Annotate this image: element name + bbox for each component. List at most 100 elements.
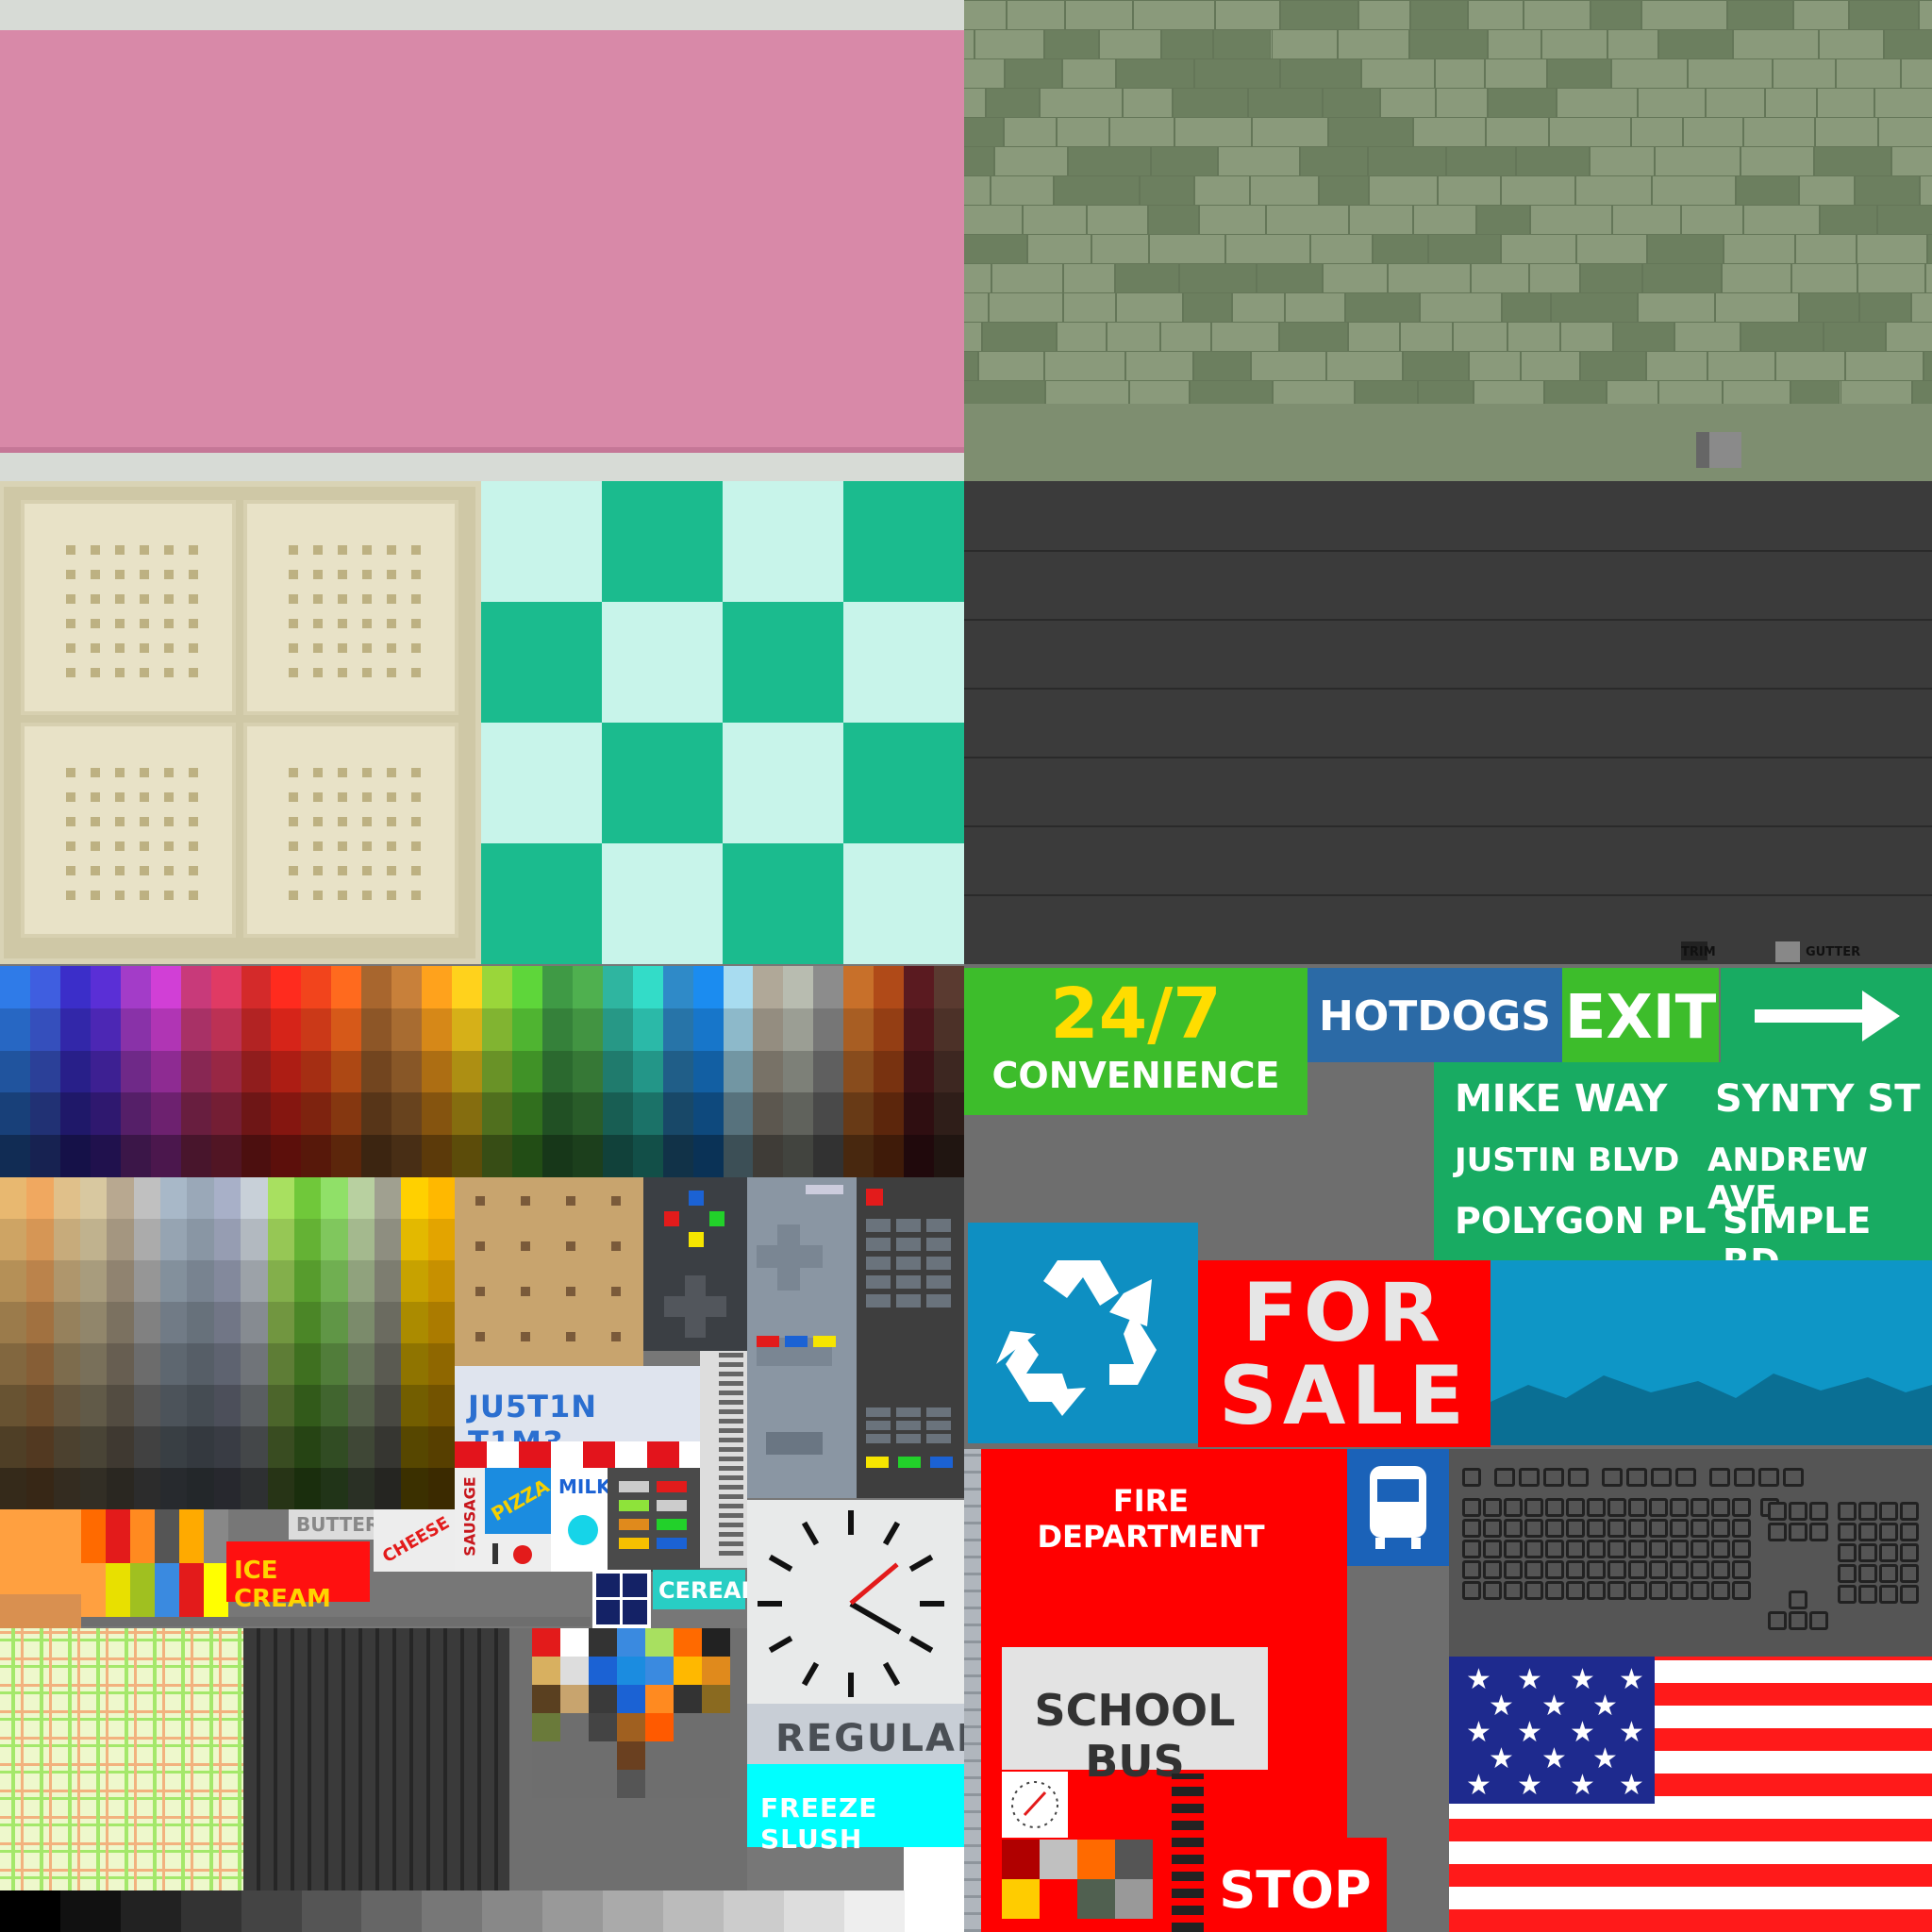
ramp-swatch: [107, 1468, 135, 1509]
ramp-swatch: [321, 1385, 349, 1426]
ramp-swatch: [241, 1219, 269, 1260]
roof-shingle: [1610, 58, 1689, 89]
street-3: JUSTIN BLVD: [1455, 1141, 1680, 1179]
palette-swatch: [331, 966, 363, 1008]
ramp-swatch: [427, 1177, 456, 1219]
remote-red-button: [757, 1336, 779, 1347]
keyboard-key: [1602, 1468, 1623, 1487]
palette-swatch: [59, 1050, 92, 1093]
clock-tick: [768, 1635, 793, 1654]
ramp-swatch: [26, 1177, 55, 1219]
flag-star: ★: [1592, 1690, 1618, 1723]
roof-shingle: [1160, 29, 1213, 59]
freeze-slush-text: FREEZE SLUSH: [760, 1792, 878, 1855]
ramp-swatch: [293, 1426, 323, 1468]
palette-swatch: [210, 1092, 242, 1136]
palette-swatch: [511, 1135, 543, 1178]
ramp-swatch: [0, 1302, 28, 1343]
ramp-swatch: [267, 1468, 295, 1509]
palette-swatch: [241, 1050, 273, 1093]
gray-swatch: [301, 1890, 362, 1932]
pizza-bottom: [485, 1534, 551, 1572]
mixed-swatch: [560, 1657, 589, 1685]
palette-swatch: [723, 966, 755, 1008]
mixed-swatch: [532, 1628, 560, 1657]
mixed-swatch: [674, 1741, 702, 1770]
roof-shingle: [1557, 88, 1639, 118]
gray-swatch: [904, 1890, 965, 1932]
palette-swatch: [874, 966, 906, 1008]
palette-swatch: [271, 1135, 303, 1178]
keyboard-key: [1838, 1523, 1857, 1541]
clock-tick: [882, 1661, 901, 1687]
ramp-swatch: [401, 1343, 429, 1385]
controller-button-green: [709, 1211, 724, 1226]
ramp-swatch: [374, 1385, 403, 1426]
roof-shingle: [1271, 29, 1339, 59]
grid-swatch: [204, 1509, 228, 1563]
grid-swatch: [179, 1563, 204, 1617]
flag-star: ★: [1517, 1716, 1542, 1749]
palette-swatch: [934, 1092, 965, 1136]
stop-sign: STOP: [1204, 1838, 1387, 1932]
palette-swatch: [843, 1008, 875, 1051]
ramp-swatch: [241, 1426, 269, 1468]
grid-swatch: [81, 1509, 106, 1563]
keyboard-key: [1545, 1560, 1564, 1579]
mixed-swatch: [560, 1685, 589, 1713]
roof-shingle: [1091, 234, 1149, 264]
fire-department-sign: FIRE DEPARTMENT: [981, 1449, 1347, 1638]
ramp-swatch: [160, 1260, 189, 1302]
plank-seam: [964, 894, 1932, 896]
palette-swatch: [361, 1135, 393, 1178]
roof-shingle: [1835, 58, 1902, 89]
keyboard-key: [1483, 1560, 1502, 1579]
palette-swatch: [783, 1008, 815, 1051]
keyboard-key: [1607, 1519, 1626, 1538]
keyboard-key: [1732, 1581, 1751, 1600]
ramp-swatch: [267, 1177, 295, 1219]
ramp-swatch: [321, 1260, 349, 1302]
keyboard-key: [1900, 1585, 1919, 1604]
flag-star: ★: [1570, 1769, 1595, 1802]
mixed-swatch: [589, 1685, 617, 1713]
ramp-swatch: [241, 1468, 269, 1509]
keyboard-key: [1568, 1468, 1589, 1487]
roof-shingle: [1798, 292, 1860, 323]
roof-shingle: [1641, 263, 1723, 293]
palette-swatch: [662, 1050, 694, 1093]
ramp-swatch: [133, 1343, 162, 1385]
ramp-swatch: [213, 1385, 242, 1426]
palette-swatch: [723, 1008, 755, 1051]
controller-dpad: [664, 1275, 726, 1338]
keyboard-key: [1566, 1540, 1585, 1558]
palette-swatch: [271, 1008, 303, 1051]
clock-icon: [757, 1509, 945, 1698]
roof-shingle: [1919, 0, 1932, 30]
palette-swatch: [452, 1050, 483, 1093]
roof-shingle: [1325, 351, 1403, 381]
roof-shingle: [1487, 29, 1542, 59]
roof-shingle: [1814, 117, 1878, 147]
keyboard-key: [1519, 1468, 1540, 1487]
palette-swatch: [874, 1008, 906, 1051]
palette-swatch: [301, 966, 333, 1008]
palette-swatch: [120, 1050, 152, 1093]
roof-shingle: [1740, 322, 1824, 352]
palette-swatch: [180, 1050, 212, 1093]
palette-swatch: [29, 1008, 61, 1051]
roof-shingle: [1412, 205, 1477, 235]
mixed-swatch: [589, 1770, 617, 1798]
ramp-swatch: [374, 1426, 403, 1468]
keyboard-key: [1711, 1560, 1730, 1579]
roof-shingle: [1310, 234, 1374, 264]
roof-shingle: [1560, 322, 1614, 352]
ceiling-tile-texture: [0, 481, 481, 964]
ramp-swatch: [347, 1219, 375, 1260]
roof-shingle: [1437, 175, 1502, 206]
palette-swatch: [662, 966, 694, 1008]
palette-swatch: [0, 1008, 31, 1051]
exit-sign: EXIT: [1562, 968, 1719, 1062]
plank-lines: [964, 481, 1932, 934]
clock-tick: [801, 1521, 820, 1546]
